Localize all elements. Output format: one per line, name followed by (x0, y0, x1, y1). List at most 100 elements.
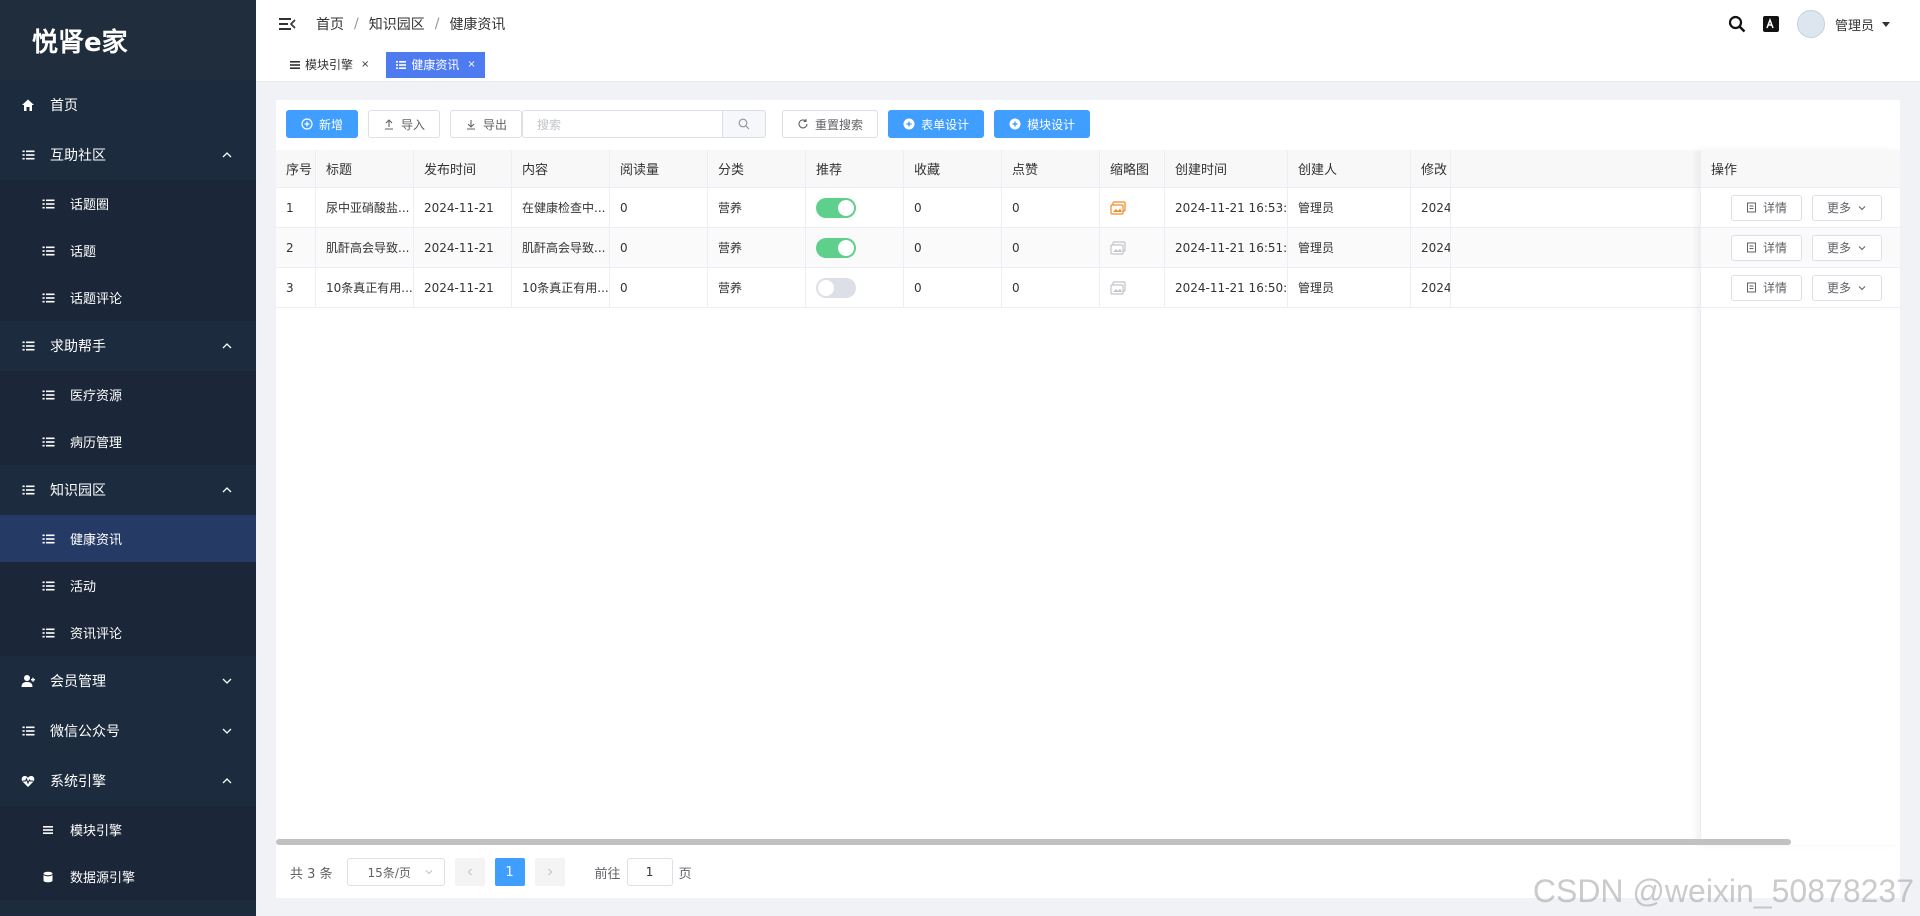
form-design-button[interactable]: 表单设计 (888, 110, 985, 138)
col-thumbnail-cell[interactable] (1100, 268, 1165, 307)
more-button[interactable]: 更多 (1812, 194, 1883, 221)
horizontal-scrollbar[interactable] (276, 839, 1791, 845)
sidebar-item-12[interactable]: 会员管理 (0, 656, 256, 706)
recommend-toggle[interactable] (816, 237, 856, 258)
chevron-down-icon[interactable] (1882, 21, 1890, 27)
import-button[interactable]: 导入 (368, 110, 441, 138)
sidebar-item-11[interactable]: 资讯评论 (0, 609, 256, 656)
col-favorites-cell: 0 (904, 188, 1002, 227)
detail-button[interactable]: 详情 (1731, 234, 1803, 261)
sidebar-item-label: 数据源引擎 (70, 871, 136, 886)
sidebar-item-13[interactable]: 微信公众号 (0, 706, 256, 756)
col-thumbnail-cell[interactable] (1100, 228, 1165, 267)
col-reads-header[interactable]: 阅读量 (610, 150, 708, 187)
sidebar-item-16[interactable]: 数据源引擎 (0, 853, 256, 900)
sidebar-item-3[interactable]: 话题 (0, 227, 256, 274)
sidebar-item-14[interactable]: 系统引擎 (0, 756, 256, 806)
more-button[interactable]: 更多 (1812, 274, 1883, 301)
detail-button[interactable]: 详情 (1731, 194, 1803, 221)
page-size-select[interactable]: 15条/页 (346, 858, 445, 886)
more-button[interactable]: 更多 (1812, 234, 1883, 261)
breadcrumb-section[interactable]: 知识园区 (369, 14, 425, 34)
next-page-button[interactable] (534, 858, 565, 886)
user-avatar[interactable] (1796, 10, 1825, 38)
col-created-cell: 2024-11-21 16:51:09 (1165, 228, 1288, 267)
search-button[interactable] (722, 110, 767, 138)
sidebar-item-label: 医疗资源 (70, 389, 123, 404)
translate-icon[interactable] (1761, 14, 1781, 34)
tag-health-news[interactable]: 健康资讯 × (386, 51, 485, 78)
search-icon (738, 118, 750, 130)
more-label: 更多 (1827, 201, 1852, 215)
plus-circle-icon (1009, 118, 1021, 130)
sidebar-item-4[interactable]: 话题评论 (0, 274, 256, 321)
sidebar-item-6[interactable]: 医疗资源 (0, 371, 256, 418)
sidebar-item-2[interactable]: 话题圈 (0, 180, 256, 227)
page-number[interactable]: 1 (494, 858, 525, 886)
bars-icon (40, 822, 56, 838)
col-date-cell: 2024-11-21 (414, 268, 512, 307)
detail-button[interactable]: 详情 (1731, 274, 1803, 301)
close-icon[interactable]: × (361, 59, 369, 70)
col-thumbnail-header[interactable]: 缩略图 (1100, 150, 1165, 187)
close-icon[interactable]: × (467, 59, 475, 70)
chevron-down-icon (1858, 205, 1866, 210)
col-recommend-cell (806, 188, 904, 227)
sidebar-item-8[interactable]: 知识园区 (0, 465, 256, 515)
module-design-label: 模块设计 (1027, 117, 1076, 132)
sidebar-item-0[interactable]: 首页 (0, 80, 256, 130)
search-input[interactable]: 搜索 (522, 110, 723, 138)
goto-page: 前往 1 页 (595, 858, 692, 886)
recommend-toggle[interactable] (816, 197, 856, 218)
table-row: 2 肌酐高会导致... 2024-11-21 肌酐高会导致... 0 营养 0 0 2024-1… (276, 228, 1900, 268)
reset-label: 重置搜索 (815, 117, 864, 132)
sidebar-item-10[interactable]: 活动 (0, 562, 256, 609)
plus-circle-icon (301, 118, 313, 130)
col-no-header[interactable]: 序号 (276, 150, 316, 187)
col-recommend-header[interactable]: 推荐 (806, 150, 904, 187)
goto-input[interactable]: 1 (626, 858, 673, 886)
sidebar-item-1[interactable]: 互助社区 (0, 130, 256, 180)
username[interactable]: 管理员 (1835, 15, 1874, 34)
table-row: 3 10条真正有用... 2024-11-21 10条真正有用... 0 营养 0 0 2024… (276, 268, 1900, 308)
col-no-cell: 3 (276, 268, 316, 307)
col-title-header[interactable]: 标题 (316, 150, 414, 187)
export-button[interactable]: 导出 (450, 110, 523, 138)
col-content-cell: 肌酐高会导致... (512, 228, 610, 267)
image-icon (1110, 200, 1126, 215)
sidebar-item-5[interactable]: 求助帮手 (0, 321, 256, 371)
col-likes-header[interactable]: 点赞 (1002, 150, 1100, 187)
breadcrumb-home[interactable]: 首页 (316, 14, 344, 34)
menu-toggle-icon[interactable] (278, 15, 296, 33)
goto-label: 前往 (594, 866, 621, 882)
add-button[interactable]: 新增 (286, 110, 359, 138)
module-design-button[interactable]: 模块设计 (994, 110, 1091, 138)
sidebar-item-label: 活动 (70, 580, 97, 595)
tag-module-engine[interactable]: 模块引擎 × (280, 52, 378, 78)
recommend-toggle[interactable] (816, 277, 856, 298)
col-created-header[interactable]: 创建时间 (1165, 150, 1288, 187)
content-card: 新增 导入 导出 搜索 重置搜索 表单设计 模块设计 序号 标题 发布时间 内容… (276, 100, 1900, 898)
col-thumbnail-cell[interactable] (1100, 188, 1165, 227)
col-category-header[interactable]: 分类 (708, 150, 806, 187)
col-creator-cell: 管理员 (1288, 228, 1411, 267)
search-icon[interactable] (1727, 14, 1747, 34)
breadcrumb-current: 健康资讯 (449, 17, 506, 33)
col-content-header[interactable]: 内容 (512, 150, 610, 187)
prev-page-button[interactable] (454, 858, 485, 886)
col-creator-header[interactable]: 创建人 (1288, 150, 1411, 187)
sidebar-item-9[interactable]: 健康资讯 (0, 515, 256, 562)
col-favorites-header[interactable]: 收藏 (904, 150, 1002, 187)
sidebar-item-7[interactable]: 病历管理 (0, 418, 256, 465)
list-icon (20, 723, 36, 739)
reset-search-button[interactable]: 重置搜索 (782, 110, 879, 138)
export-label: 导出 (483, 117, 508, 132)
operations-column: 操作 详情 更多 详情 更多 详情 更多 (1700, 150, 1900, 845)
sidebar-item-15[interactable]: 模块引擎 (0, 806, 256, 853)
more-label: 更多 (1827, 241, 1852, 255)
watermark: CSDN @weixin_50878237 (1532, 873, 1914, 909)
sidebar: 悦肾e家 首页 互助社区 话题圈 话题 话题评论 求助帮手 医疗资源 病历管理 知识园区 健康资讯… (0, 0, 256, 916)
col-date-header[interactable]: 发布时间 (414, 150, 512, 187)
col-modified-header[interactable]: 修改 (1411, 150, 1451, 187)
plus-circle-icon (903, 118, 915, 130)
